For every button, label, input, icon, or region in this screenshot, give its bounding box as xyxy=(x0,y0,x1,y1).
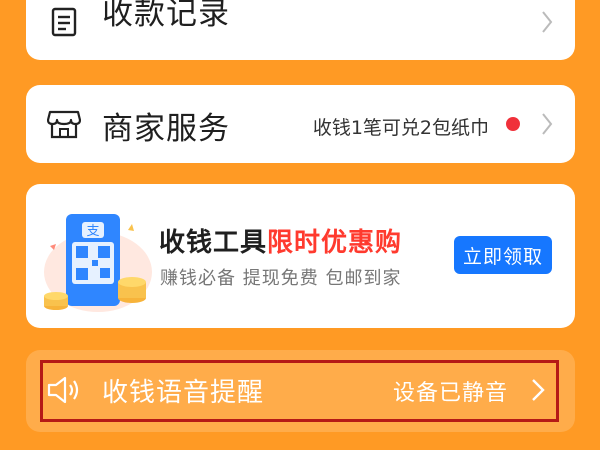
qr-stand-illustration: 支 xyxy=(36,194,156,318)
store-icon xyxy=(46,106,82,142)
record-row[interactable]: 收款记录 xyxy=(26,0,575,60)
promo-title: 收钱工具限时优惠购 xyxy=(159,222,402,259)
promo-card[interactable]: 支 收钱工具限时优惠购 赚钱必备 提现免费 包邮到家 立即领取 xyxy=(26,184,575,328)
receipt-icon xyxy=(46,4,82,40)
notification-dot xyxy=(506,117,520,131)
chevron-right-icon xyxy=(539,8,555,36)
promo-subtitle: 赚钱必备 提现免费 包邮到家 xyxy=(160,268,402,289)
screen: 收款记录 商家服务 收钱1笔可兑2包纸巾 支 收钱工具限时优惠购 赚钱必备 提现… xyxy=(0,0,600,450)
alipay-badge-text: 支 xyxy=(86,224,99,239)
chevron-right-icon xyxy=(530,377,546,403)
claim-now-button[interactable]: 立即领取 xyxy=(454,236,552,274)
merchant-promo-note: 收钱1笔可兑2包纸巾 xyxy=(312,117,489,139)
promo-title-highlight: 限时优惠购 xyxy=(267,228,403,258)
promo-title-part1: 收钱工具 xyxy=(159,228,268,258)
speaker-icon xyxy=(46,375,80,405)
device-muted-status: 设备已静音 xyxy=(392,381,508,406)
chevron-right-icon xyxy=(539,110,555,138)
merchant-service-row[interactable]: 商家服务 收钱1笔可兑2包纸巾 xyxy=(26,85,575,163)
record-label: 收款记录 xyxy=(102,0,230,32)
merchant-label: 商家服务 xyxy=(102,111,230,147)
voice-reminder-label: 收钱语音提醒 xyxy=(102,378,265,408)
